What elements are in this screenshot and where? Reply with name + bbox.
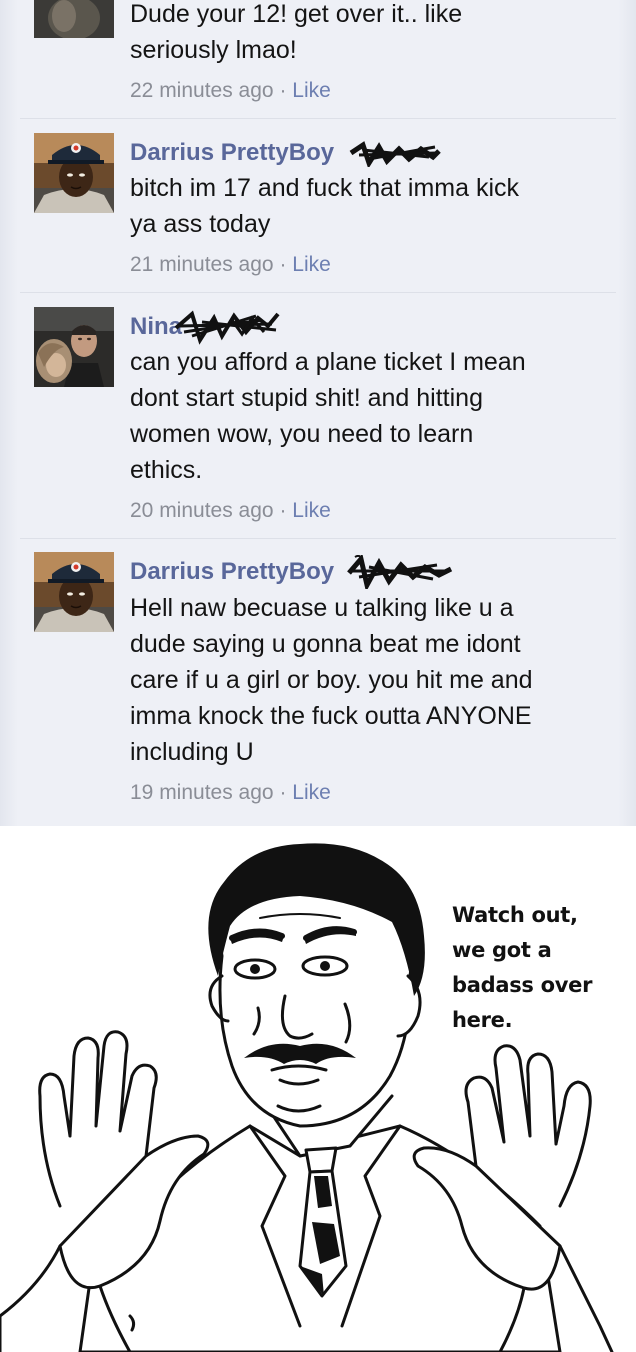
- profile-photo-icon: [34, 307, 114, 387]
- commenter-avatar-2[interactable]: [34, 133, 114, 213]
- comment-timestamp: 22 minutes ago: [130, 79, 274, 102]
- comment-meta: 20 minutes ago · Like: [130, 498, 331, 524]
- comment-text: can you afford a plane ticket I mean don…: [130, 348, 526, 484]
- scribble-redaction-icon: [347, 555, 453, 589]
- profile-photo-icon: [34, 552, 114, 632]
- meta-separator: ·: [273, 253, 293, 276]
- meme-caption: Watch out, we got a badass over here.: [452, 903, 593, 1032]
- like-link[interactable]: Like: [292, 79, 331, 102]
- scribble-redaction-icon: [349, 141, 441, 167]
- comment-timestamp: 20 minutes ago: [130, 499, 274, 522]
- comment-meta: 22 minutes ago · Like: [130, 78, 331, 104]
- meta-separator: ·: [273, 79, 293, 102]
- comment-text: bitch im 17 and fuck that imma kick ya a…: [130, 174, 520, 238]
- comment-text: Hell naw becuase u talking like u a dude…: [130, 594, 533, 766]
- comment-timestamp: 21 minutes ago: [130, 253, 274, 276]
- comment-divider: [20, 118, 616, 119]
- scribble-redaction-icon: [174, 310, 280, 345]
- commenter-avatar-1[interactable]: [34, 0, 114, 38]
- profile-photo-icon: [34, 133, 114, 213]
- comment-meta: 21 minutes ago · Like: [130, 252, 331, 278]
- comment-text: Dude your 12! get over it.. like serious…: [130, 0, 463, 64]
- comment-meta: 19 minutes ago · Like: [130, 780, 331, 806]
- commenter-avatar-3[interactable]: [34, 307, 114, 387]
- comment-divider: [20, 292, 616, 293]
- comment-divider: [20, 538, 616, 539]
- comment-thread: Dude your 12! get over it.. like serious…: [0, 0, 636, 826]
- like-link[interactable]: Like: [292, 499, 331, 522]
- profile-photo-icon: [34, 0, 114, 38]
- commenter-avatar-4[interactable]: [34, 552, 114, 632]
- like-link[interactable]: Like: [292, 781, 331, 804]
- meta-separator: ·: [273, 499, 293, 522]
- meta-separator: ·: [273, 781, 293, 804]
- commenter-name[interactable]: Darrius PrettyBoy: [130, 557, 334, 587]
- like-link[interactable]: Like: [292, 253, 331, 276]
- meme-panel: Watch out, we got a badass over here.: [0, 826, 636, 1352]
- commenter-name[interactable]: Darrius PrettyBoy: [130, 138, 334, 168]
- comment-1: Dude your 12! get over it.. like serious…: [0, 0, 636, 112]
- comment-timestamp: 19 minutes ago: [130, 781, 274, 804]
